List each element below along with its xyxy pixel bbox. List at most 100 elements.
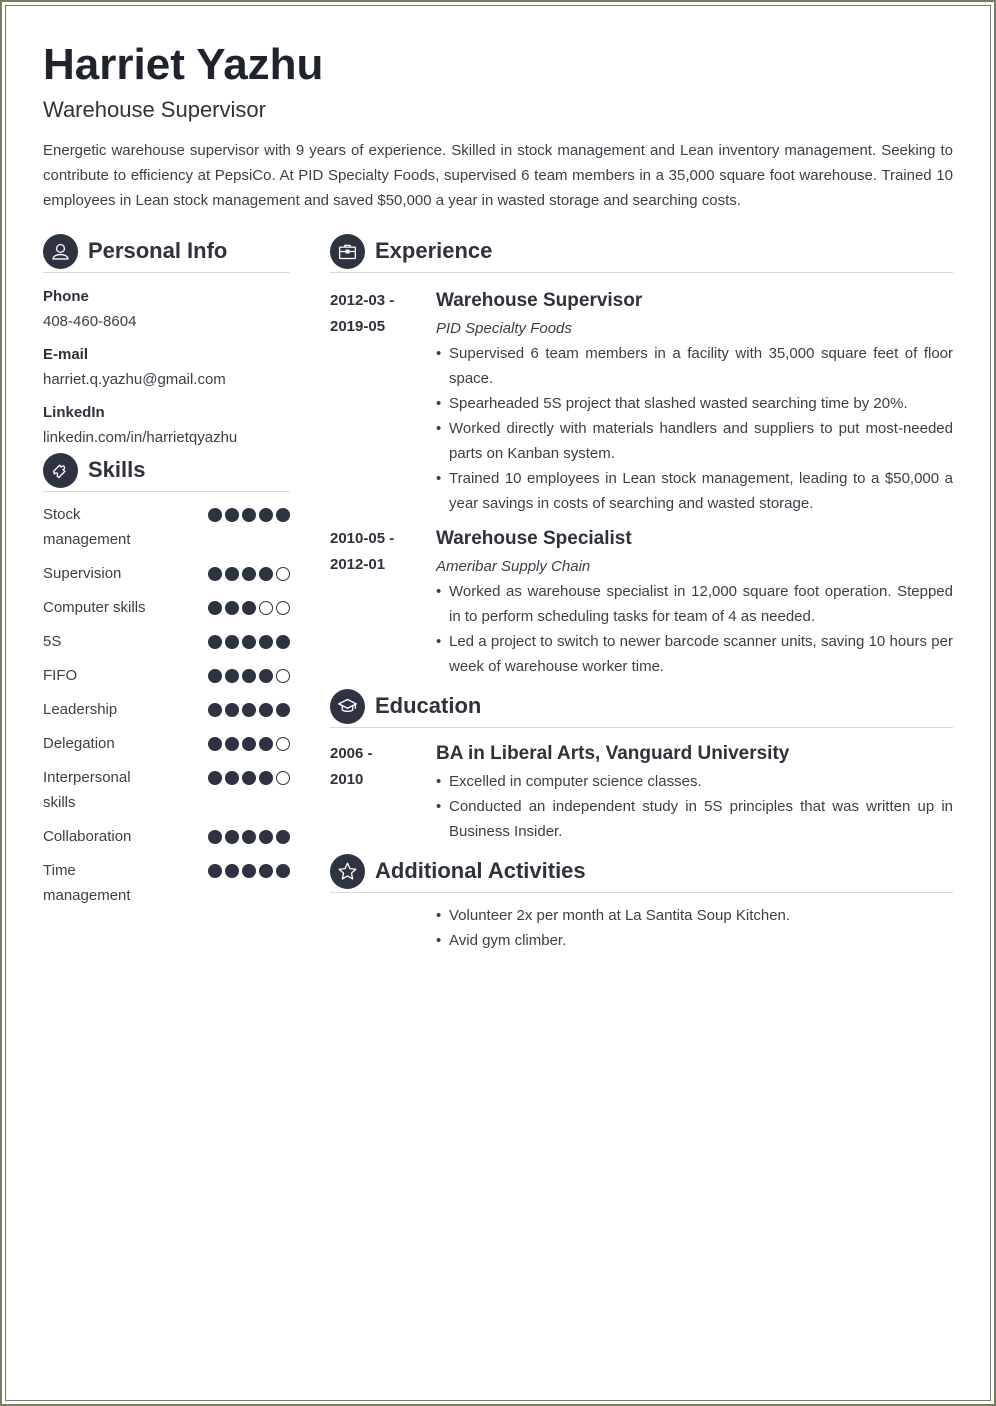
skills-title: Skills (88, 457, 146, 482)
rating-dot-filled (242, 601, 256, 615)
rating-dot-filled (259, 737, 273, 751)
rating-dot-filled (208, 737, 222, 751)
experience-section: Experience 2012-03 - 2019-05 Warehouse S… (330, 233, 953, 679)
rating-dot-empty (276, 737, 290, 751)
skill-name: Computer skills (43, 599, 146, 616)
skills-list: Stock management Supervision Computer skil… (43, 502, 290, 908)
rating-dot-filled (276, 830, 290, 844)
rating-dot-filled (208, 703, 222, 717)
rating-dot-empty (276, 771, 290, 785)
rating-dot-filled (208, 601, 222, 615)
rating-dot-filled (276, 864, 290, 878)
entry-date: 2006 - 2010 (330, 741, 436, 844)
education-section: Education 2006 - 2010 BA in Liberal Arts… (330, 688, 953, 844)
entry-body: Volunteer 2x per month at La Santita Sou… (436, 903, 953, 953)
skill-rating (208, 858, 290, 878)
experience-header: Experience (330, 233, 953, 273)
skill-name: Delegation (43, 735, 115, 752)
rating-dot-empty (276, 567, 290, 581)
rating-dot-filled (276, 703, 290, 717)
rating-dot-filled (242, 771, 256, 785)
rating-dot-filled (225, 864, 239, 878)
email-value[interactable]: harriet.q.yazhu@gmail.com (43, 367, 290, 392)
skill-row: Time management (43, 858, 290, 908)
puzzle-icon (43, 452, 78, 488)
rating-dot-filled (259, 830, 273, 844)
personal-info-fields: Phone 408-460-8604 E-mail harriet.q.yazh… (43, 284, 290, 450)
rating-dot-filled (259, 508, 273, 522)
entry-body: BA in Liberal Arts, Vanguard University … (436, 741, 953, 844)
left-column: Personal Info Phone 408-460-8604 E-mail … (43, 233, 290, 917)
rating-dot-empty (276, 669, 290, 683)
linkedin-value[interactable]: linkedin.com/in/harrietqyazhu (43, 425, 290, 450)
rating-dot-filled (242, 567, 256, 581)
rating-dot-filled (242, 737, 256, 751)
bullet-item: Worked directly with materials handlers … (436, 416, 953, 466)
entry-date: 2012-03 - 2019-05 (330, 288, 436, 516)
phone-value: 408-460-8604 (43, 313, 137, 330)
rating-dot-filled (208, 635, 222, 649)
rating-dot-filled (259, 771, 273, 785)
bullet-list: Supervised 6 team members in a facility … (436, 341, 953, 516)
rating-dot-filled (225, 508, 239, 522)
skill-rating (208, 629, 290, 649)
entry-body: Warehouse Supervisor PID Specialty Foods… (436, 288, 953, 516)
rating-dot-filled (225, 737, 239, 751)
skill-row: Supervision (43, 561, 290, 586)
skill-row: Delegation (43, 731, 290, 756)
phone-label: Phone (43, 288, 89, 305)
rating-dot-filled (208, 864, 222, 878)
email-label: E-mail (43, 346, 89, 363)
rating-dot-filled (208, 508, 222, 522)
candidate-title: Warehouse Supervisor (43, 97, 266, 122)
rating-dot-filled (242, 669, 256, 683)
briefcase-icon (330, 233, 365, 269)
bullet-item: Spearheaded 5S project that slashed wast… (436, 391, 953, 416)
bullet-list: Volunteer 2x per month at La Santita Sou… (436, 903, 953, 953)
skill-row: Stock management (43, 502, 290, 552)
date-start: 2010-05 - (330, 530, 395, 547)
rating-dot-filled (225, 567, 239, 581)
rating-dot-filled (276, 508, 290, 522)
experience-entry: 2012-03 - 2019-05 Warehouse Supervisor P… (330, 288, 953, 516)
experience-entry: 2010-05 - 2012-01 Warehouse Specialist A… (330, 526, 953, 679)
skill-name: Stock management (43, 506, 131, 548)
bullet-item: Avid gym climber. (436, 928, 953, 953)
bullet-item: Led a project to switch to newer barcode… (436, 629, 953, 679)
rating-dot-filled (208, 830, 222, 844)
skill-name: Supervision (43, 565, 122, 582)
rating-dot-filled (242, 864, 256, 878)
bullet-item: Volunteer 2x per month at La Santita Sou… (436, 903, 953, 928)
skill-name: FIFO (43, 667, 78, 684)
rating-dot-filled (259, 567, 273, 581)
date-end: 2010 (330, 771, 364, 788)
rating-dot-filled (242, 635, 256, 649)
activities-header: Additional Activities (330, 853, 953, 893)
company-name: PID Specialty Foods (436, 320, 572, 337)
skill-rating (208, 731, 290, 751)
activities-title: Additional Activities (375, 858, 586, 883)
entry-date: 2010-05 - 2012-01 (330, 526, 436, 679)
skill-rating (208, 697, 290, 717)
degree-title: BA in Liberal Arts, Vanguard University (436, 743, 790, 764)
rating-dot-empty (276, 601, 290, 615)
rating-dot-filled (208, 669, 222, 683)
bullet-item: Supervised 6 team members in a facility … (436, 341, 953, 391)
rating-dot-filled (225, 669, 239, 683)
skill-row: Computer skills (43, 595, 290, 620)
rating-dot-filled (259, 703, 273, 717)
star-icon (330, 853, 365, 889)
entry-body: Warehouse Specialist Ameribar Supply Cha… (436, 526, 953, 679)
skill-rating (208, 765, 290, 785)
skills-header: Skills (43, 452, 290, 492)
date-start: 2006 - (330, 745, 373, 762)
rating-dot-filled (242, 703, 256, 717)
rating-dot-filled (208, 567, 222, 581)
skill-row: Leadership (43, 697, 290, 722)
experience-title: Experience (375, 238, 493, 263)
skill-rating (208, 595, 290, 615)
skill-name: Leadership (43, 701, 118, 718)
rating-dot-filled (242, 508, 256, 522)
rating-dot-filled (276, 635, 290, 649)
bullet-list: Excelled in computer science classes. Co… (436, 769, 953, 844)
